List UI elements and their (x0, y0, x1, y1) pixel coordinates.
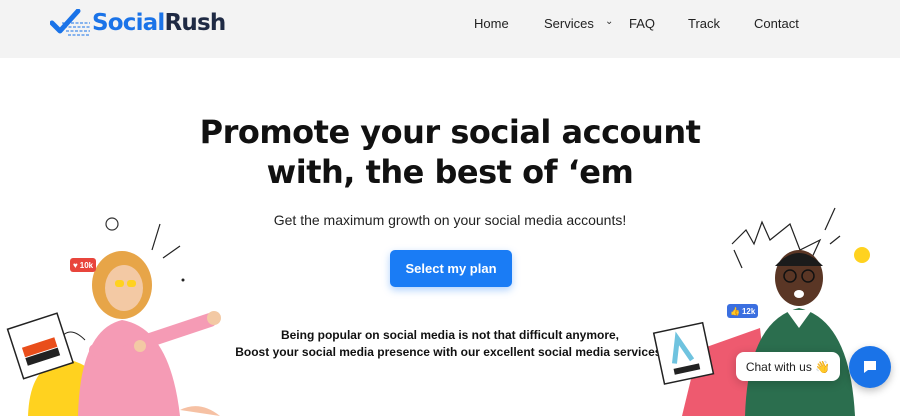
hero-subtitle: Get the maximum growth on your social me… (273, 212, 627, 228)
hero-description: Being popular on social media is not tha… (200, 327, 700, 361)
nav-home[interactable]: Home (474, 16, 509, 31)
nav-track[interactable]: Track (688, 16, 720, 31)
chat-label: Chat with us (745, 359, 812, 374)
nav-services[interactable]: Services (544, 16, 594, 31)
thumbs-badge: 👍 12k (727, 304, 759, 318)
site-header: SocialRush Home Services ⌄ FAQ Track Con… (0, 0, 900, 58)
hero-title-line-1: Promote your social account (199, 113, 701, 151)
left-illustration (6, 217, 221, 416)
wave-icon: 👋 (815, 359, 831, 374)
brand-name-social: Social (92, 10, 165, 36)
chat-icon (864, 361, 876, 373)
chat-with-us-bubble[interactable]: Chat with us 👋 (736, 352, 840, 381)
likes-count: 10k (79, 260, 94, 270)
brand-logo[interactable]: SocialRush (50, 8, 227, 38)
brand-name: SocialRush (92, 10, 227, 36)
hero-description-line-1: Being popular on social media is not tha… (280, 328, 620, 342)
nav-contact[interactable]: Contact (754, 16, 799, 31)
chat-open-button[interactable] (849, 346, 891, 388)
brand-name-rush: Rush (164, 10, 227, 36)
chevron-down-icon[interactable]: ⌄ (605, 16, 613, 27)
hero-title: Promote your social account with, the be… (150, 112, 750, 192)
thumbs-count: 12k (741, 306, 756, 316)
hero-description-line-2: Boost your social media presence with ou… (235, 345, 665, 359)
heart-icon: ♥ (73, 260, 78, 270)
likes-badge: ♥ 10k (70, 258, 97, 272)
nav-faq[interactable]: FAQ (629, 16, 655, 31)
select-plan-button[interactable]: Select my plan (390, 250, 512, 287)
thumbs-up-icon: 👍 (730, 306, 740, 316)
hero-title-line-2: with, the best of ‘em (266, 153, 634, 191)
logo-check-icon (50, 9, 90, 36)
